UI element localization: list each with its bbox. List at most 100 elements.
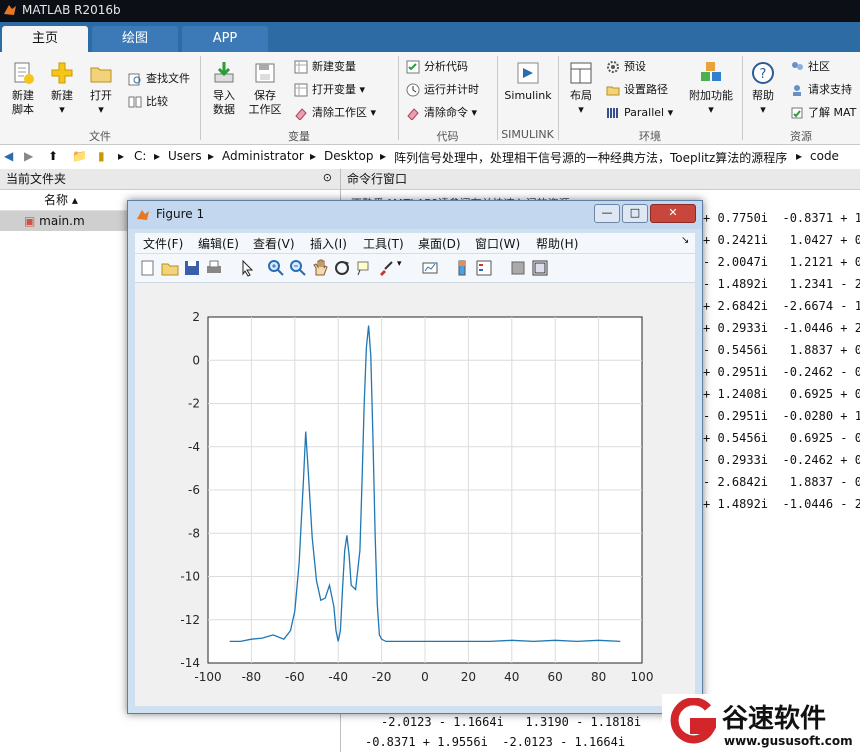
menu-file[interactable]: 文件(F) (143, 235, 183, 252)
clear-workspace-icon (295, 108, 307, 120)
y-tick-label: -14 (180, 656, 200, 670)
y-tick-label: -8 (188, 526, 200, 540)
breadcrumb-0[interactable]: C: (134, 149, 146, 163)
pointer-icon[interactable] (239, 259, 257, 277)
legend-icon[interactable] (475, 259, 493, 277)
menu-desktop[interactable]: 桌面(D) (418, 235, 461, 252)
tab-plots[interactable]: 绘图 (92, 26, 178, 52)
new-figure-icon[interactable] (139, 259, 157, 277)
group-label-file: 文件 (89, 130, 111, 143)
breadcrumb-1[interactable]: Users (168, 149, 202, 163)
open-variable-button[interactable]: 打开变量 ▾ (294, 81, 365, 99)
breadcrumb-2[interactable]: Administrator (222, 149, 304, 163)
x-tick-label: -100 (194, 670, 221, 684)
import-icon (214, 62, 234, 83)
command-window-title: 命令行窗口 (341, 169, 860, 190)
command-output-row: - 0.2933i -0.2462 + 0 (703, 453, 860, 467)
y-tick-labels: 2 0 -2 -4 -6 -8 -10 -12 -14 (180, 310, 200, 670)
find-files-button[interactable]: 查找文件 (128, 70, 190, 88)
x-tick-label: 100 (631, 670, 654, 684)
menu-tools[interactable]: 工具(T) (363, 235, 404, 252)
print-icon[interactable] (205, 259, 223, 277)
command-output-row: -2.0123 - 1.1664i 1.3190 - 1.1818i (381, 715, 642, 729)
learn-matlab-button[interactable]: 了解 MAT (790, 104, 856, 122)
x-tick-labels: -100 -80 -60 -40 -20 0 20 40 60 80 100 (194, 670, 653, 684)
x-tick-label: 0 (421, 670, 429, 684)
matlab-logo-icon (4, 5, 16, 15)
brush-icon[interactable] (377, 259, 395, 277)
y-tick-label: -12 (180, 613, 200, 627)
hide-plot-tools-icon[interactable] (509, 259, 527, 277)
show-plot-tools-icon[interactable] (531, 259, 549, 277)
x-tick-label: 80 (591, 670, 606, 684)
run-and-time-button[interactable]: 运行并计时 (406, 81, 479, 99)
group-label-variable: 变量 (288, 130, 310, 143)
colorbar-icon[interactable] (453, 259, 471, 277)
analyze-code-button[interactable]: 分析代码 (406, 58, 468, 76)
minimize-button[interactable]: — (594, 204, 620, 223)
plot-canvas[interactable]: -100 -80 -60 -40 -20 0 20 40 60 80 100 2 0 -2 -4 -6 -8-… (135, 283, 695, 706)
forward-icon[interactable]: ▶ (24, 149, 33, 163)
open-file-icon[interactable] (161, 259, 179, 277)
clear-commands-button[interactable]: 清除命令 ▾ (406, 104, 477, 122)
data-cursor-icon[interactable] (355, 259, 373, 277)
preferences-button[interactable]: 预设 (606, 58, 646, 76)
menu-edit[interactable]: 编辑(E) (198, 235, 239, 252)
y-tick-label: 2 (192, 310, 200, 324)
clear-workspace-button[interactable]: 清除工作区 ▾ (294, 104, 376, 122)
command-output-row: - 0.5456i 1.8837 + 0 (703, 343, 860, 357)
new-script-button[interactable]: 新建 脚本 (6, 60, 40, 117)
tab-apps[interactable]: APP (182, 26, 268, 52)
x-tick-label: -20 (372, 670, 392, 684)
addons-button[interactable]: 附加功能 ▾ (686, 60, 736, 117)
layout-button[interactable]: 布局 ▾ (564, 60, 598, 117)
rotate-3d-icon[interactable] (333, 259, 351, 277)
x-tick-label: -60 (285, 670, 305, 684)
community-button[interactable]: 社区 (790, 58, 830, 76)
request-support-button[interactable]: 请求支持 (790, 81, 852, 99)
parallel-button[interactable]: Parallel ▾ (606, 104, 673, 122)
open-icon (90, 67, 112, 83)
breadcrumb-5[interactable]: code (810, 149, 839, 163)
import-data-button[interactable]: 导入 数据 (208, 60, 240, 117)
set-path-button[interactable]: 设置路径 (606, 81, 668, 99)
compare-button[interactable]: 比较 (128, 93, 168, 111)
browse-icon[interactable]: 📁 (72, 149, 87, 163)
figure-window[interactable]: Figure 1 — □ ✕ 文件(F) 编辑(E) 查看(V) 插入(I) 工… (127, 200, 703, 714)
simulink-button[interactable]: Simulink (502, 60, 554, 103)
gususoft-logo-icon (670, 698, 716, 744)
brush-dropdown-icon[interactable]: ▾ (397, 259, 415, 277)
pan-icon[interactable] (311, 259, 329, 277)
figure-menubar: 文件(F) 编辑(E) 查看(V) 插入(I) 工具(T) 桌面(D) 窗口(W… (135, 233, 695, 253)
link-plot-icon[interactable] (421, 259, 439, 277)
save-icon[interactable] (183, 259, 201, 277)
zoom-in-icon[interactable] (267, 259, 285, 277)
line-chart[interactable]: -100 -80 -60 -40 -20 0 20 40 60 80 100 20-2-4-6-8-… (135, 283, 695, 706)
menubar-dock-icon[interactable]: ↘ (681, 235, 689, 246)
zoom-out-icon[interactable] (289, 259, 307, 277)
save-workspace-icon (255, 63, 275, 83)
pane-options-icon[interactable]: ⊙ (323, 171, 332, 184)
up-folder-icon[interactable]: ⬆ (48, 149, 58, 163)
svg-text:?: ? (760, 67, 767, 82)
help-button[interactable]: ? 帮助 ▾ (748, 60, 778, 117)
breadcrumb-4[interactable]: 阵列信号处理中，处理相干信号源的一种经典方法，Toeplitz算法的源程序 (394, 149, 787, 166)
maximize-button[interactable]: □ (622, 204, 648, 223)
menu-view[interactable]: 查看(V) (253, 235, 295, 252)
menu-insert[interactable]: 插入(I) (310, 235, 347, 252)
open-button[interactable]: 打开 ▾ (84, 60, 118, 117)
new-button[interactable]: 新建 ▾ (46, 60, 78, 117)
breadcrumb-3[interactable]: Desktop (324, 149, 374, 163)
tab-home[interactable]: 主页 (2, 26, 88, 52)
run-and-time-icon (406, 83, 420, 97)
save-workspace-button[interactable]: 保存 工作区 (246, 60, 284, 117)
learn-icon (791, 107, 803, 119)
menu-help[interactable]: 帮助(H) (536, 235, 578, 252)
back-icon[interactable]: ◀ (4, 149, 13, 163)
menu-window[interactable]: 窗口(W) (475, 235, 520, 252)
group-label-resources: 资源 (790, 130, 812, 143)
close-button[interactable]: ✕ (650, 204, 696, 223)
x-tick-label: 40 (504, 670, 519, 684)
watermark: 谷速软件 www.gususoft.com (662, 694, 860, 752)
new-variable-button[interactable]: 新建变量 (294, 58, 356, 76)
